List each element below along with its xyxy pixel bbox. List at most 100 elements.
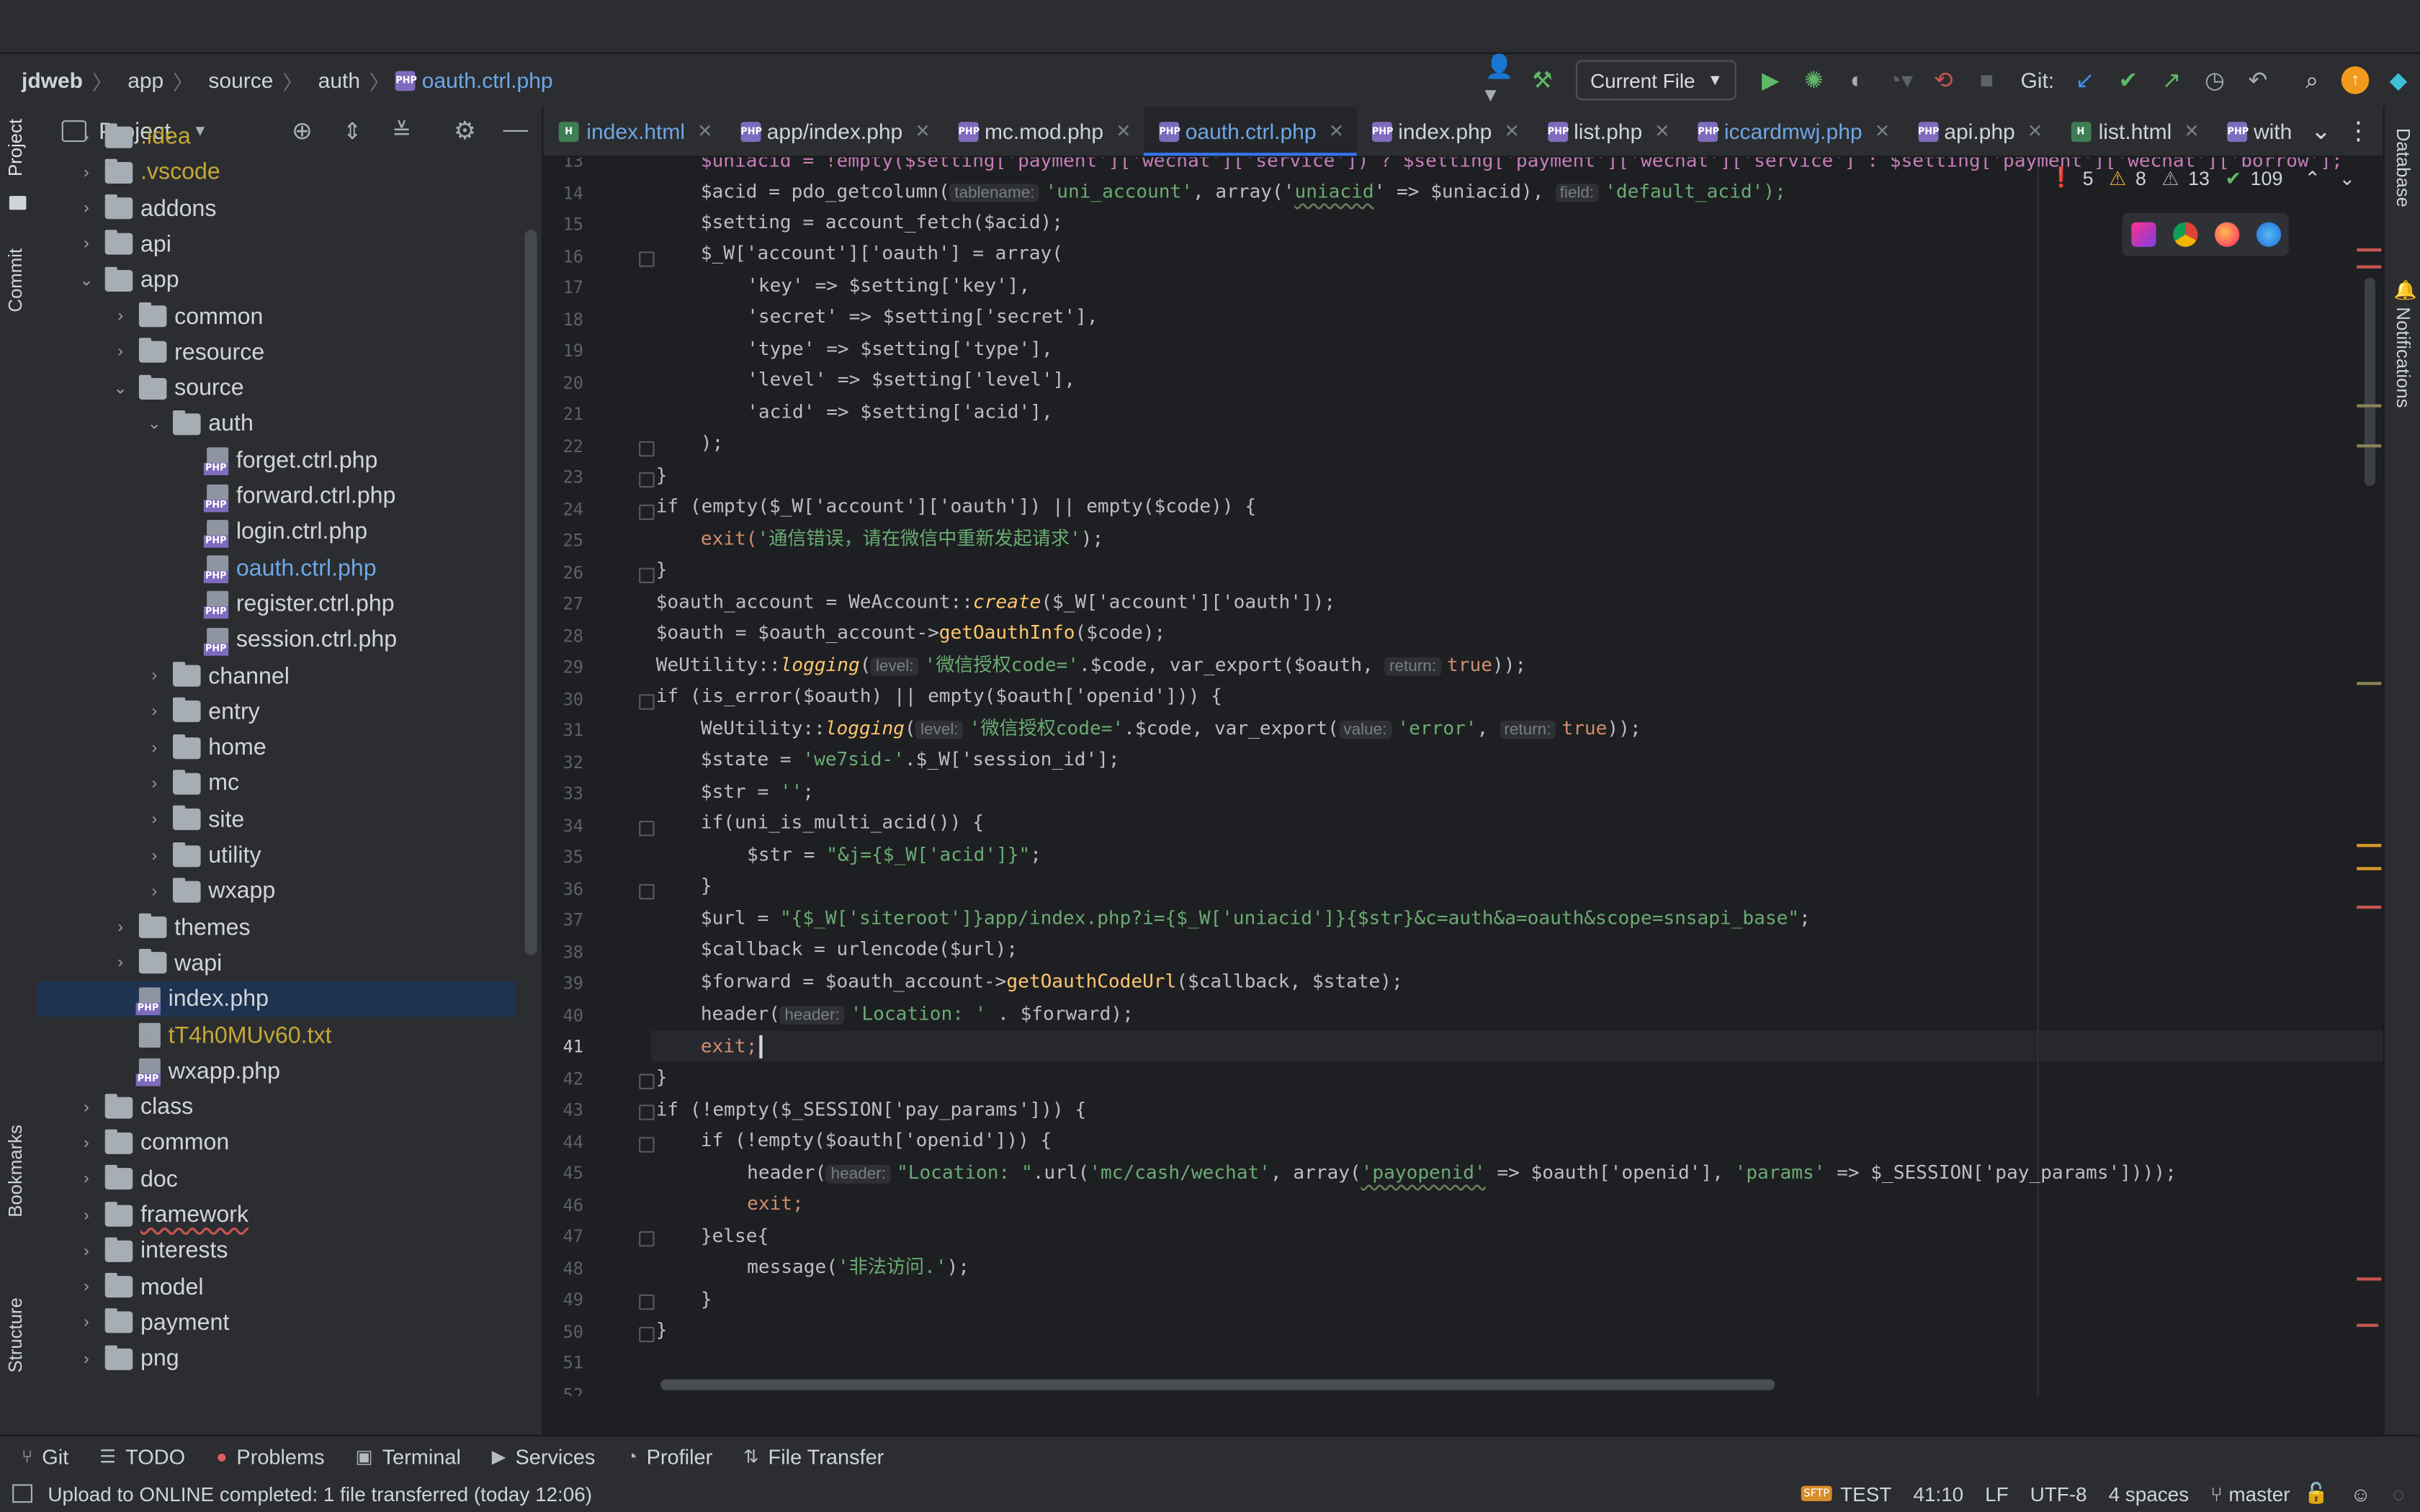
tree-item-payment[interactable]: › payment bbox=[37, 1305, 515, 1341]
fold-marker-icon[interactable] bbox=[639, 819, 655, 836]
tree-item-api[interactable]: › api bbox=[37, 227, 515, 262]
fold-marker-icon[interactable] bbox=[639, 1294, 655, 1310]
run-icon[interactable]: ▶ bbox=[1757, 66, 1785, 94]
chevron-right-icon[interactable]: › bbox=[77, 127, 96, 146]
chevron-right-icon[interactable]: › bbox=[77, 1242, 96, 1261]
terminal-tool-button[interactable]: ▣ Terminal bbox=[355, 1445, 460, 1468]
editor-scrollbar[interactable] bbox=[2364, 277, 2375, 486]
tree-item-resource[interactable]: › resource bbox=[37, 335, 515, 370]
tree-item-utility[interactable]: › utility bbox=[37, 838, 515, 873]
tab-list-php[interactable]: PHP list.php ✕ bbox=[1532, 107, 1682, 156]
notifications-tool-button[interactable]: Notifications bbox=[2392, 307, 2414, 408]
tree-item-app[interactable]: ⌄ app bbox=[37, 263, 515, 298]
toggle-tool-windows-icon[interactable] bbox=[12, 1484, 32, 1503]
fold-marker-icon[interactable] bbox=[639, 1231, 655, 1247]
fold-marker-icon[interactable] bbox=[639, 503, 655, 520]
git-branch-widget[interactable]: ⑂ master bbox=[2210, 1482, 2290, 1505]
project-scrollbar[interactable] bbox=[524, 230, 537, 955]
chevron-right-icon[interactable]: › bbox=[145, 703, 163, 721]
firefox-icon[interactable] bbox=[2213, 222, 2239, 247]
chrome-icon[interactable] bbox=[2172, 222, 2197, 247]
line-number-gutter[interactable]: 13 14 15 16 17 18 19 20 21 22 23 24 25 26 27 28 29 30 31 32… bbox=[543, 158, 655, 1396]
fold-marker-icon[interactable] bbox=[639, 1136, 655, 1152]
tree-item-entry[interactable]: › entry bbox=[37, 694, 515, 729]
bell-icon[interactable]: 🔔 bbox=[2394, 279, 2417, 301]
memory-indicator-icon[interactable]: ◌ bbox=[2393, 1482, 2405, 1505]
close-icon[interactable]: ✕ bbox=[915, 120, 931, 142]
lock-icon[interactable]: 🔓 bbox=[2304, 1481, 2329, 1506]
tab-with[interactable]: PHP with bbox=[2212, 107, 2304, 156]
close-icon[interactable]: ✕ bbox=[1116, 120, 1131, 142]
tree-item-home[interactable]: › home bbox=[37, 730, 515, 765]
profiler-tool-button[interactable]: ◔ Profiler bbox=[626, 1445, 712, 1468]
tree-item-site[interactable]: › site bbox=[37, 802, 515, 837]
tree-item-wxapp-php[interactable]: wxapp.php bbox=[37, 1053, 515, 1089]
chevron-right-icon[interactable]: › bbox=[77, 235, 96, 254]
tree-item-source[interactable]: ⌄ source bbox=[37, 370, 515, 405]
more-actions-icon[interactable]: ⋮ bbox=[2346, 116, 2370, 147]
tree-item-themes[interactable]: › themes bbox=[37, 909, 515, 945]
git-tool-button[interactable]: ⑂ Git bbox=[22, 1445, 68, 1468]
tab-oauth-ctrl-php[interactable]: PHP oauth.ctrl.php ✕ bbox=[1143, 106, 1357, 156]
commit-tool-button[interactable]: Commit bbox=[4, 248, 26, 312]
tree-item-interests[interactable]: › interests bbox=[37, 1233, 515, 1269]
tree-item-png[interactable]: › png bbox=[37, 1341, 515, 1377]
chevron-right-icon[interactable]: › bbox=[111, 307, 130, 325]
build-hammer-icon[interactable]: ⚒ bbox=[1528, 66, 1556, 94]
chevron-right-icon[interactable]: › bbox=[145, 667, 163, 685]
chevron-right-icon[interactable]: › bbox=[145, 882, 163, 901]
breadcrumb-file[interactable]: oauth.ctrl.php bbox=[422, 68, 553, 92]
tree-item-forget-ctrl-php[interactable]: forget.ctrl.php bbox=[37, 442, 515, 477]
rerun-icon[interactable]: ⟲ bbox=[1930, 66, 1958, 94]
services-tool-button[interactable]: ▶ Services bbox=[492, 1445, 596, 1468]
phpstorm-browser-icon[interactable] bbox=[2130, 222, 2156, 247]
tree-item-doc[interactable]: › doc bbox=[37, 1161, 515, 1197]
tab-list-html[interactable]: Hlist.html ✕ bbox=[2056, 107, 2213, 156]
close-icon[interactable]: ✕ bbox=[2027, 120, 2043, 142]
file-transfer-tool-button[interactable]: ⇅ File Transfer bbox=[743, 1445, 884, 1468]
tree-item-auth[interactable]: ⌄ auth bbox=[37, 406, 515, 441]
todo-tool-button[interactable]: ☰ TODO bbox=[99, 1445, 185, 1468]
tab-index-html[interactable]: Hindex.html ✕ bbox=[543, 107, 725, 156]
tree-item-idea[interactable]: › .idea bbox=[37, 119, 515, 154]
coverage-icon[interactable]: ◐ bbox=[1843, 66, 1871, 94]
tab-mc-mod-php[interactable]: PHP mc.mod.php ✕ bbox=[943, 107, 1144, 156]
stop-icon[interactable]: ■ bbox=[1973, 66, 2001, 94]
code-editor[interactable]: 13 14 15 16 17 18 19 20 21 22 23 24 25 26 27 28 29 30 31 32… bbox=[543, 157, 2383, 1397]
tree-item-register-ctrl-php[interactable]: register.ctrl.php bbox=[37, 586, 515, 621]
debug-bug-icon[interactable]: ✺ bbox=[1800, 66, 1828, 94]
chevron-right-icon[interactable]: › bbox=[145, 739, 163, 757]
inspection-profile-icon[interactable]: ☺ bbox=[2351, 1482, 2371, 1505]
inspection-widget[interactable]: ❗ 5 ⚠ 8 ⚠ 13 ✔ 109 ⌃ ⌄ bbox=[2049, 166, 2355, 189]
fold-marker-icon[interactable] bbox=[639, 883, 655, 899]
previous-highlight-icon[interactable]: ⌃ bbox=[2304, 166, 2320, 190]
tree-item-wxapp[interactable]: › wxapp bbox=[37, 873, 515, 909]
tree-item-oauth-ctrl-php[interactable]: oauth.ctrl.php bbox=[37, 550, 515, 585]
tree-item-login-ctrl-php[interactable]: login.ctrl.php bbox=[37, 514, 515, 549]
chevron-down-icon[interactable]: ⌄ bbox=[111, 378, 130, 398]
tree-item-tt4h0muv60-txt[interactable]: tT4h0MUv60.txt bbox=[37, 1017, 515, 1053]
breadcrumb-source[interactable]: source bbox=[208, 68, 273, 92]
close-icon[interactable]: ✕ bbox=[2184, 120, 2200, 142]
chevron-right-icon[interactable]: › bbox=[77, 1170, 96, 1189]
line-separator[interactable]: LF bbox=[1985, 1482, 2009, 1505]
status-message[interactable]: Upload to ONLINE completed: 1 file trans… bbox=[48, 1482, 592, 1505]
close-icon[interactable]: ✕ bbox=[697, 120, 713, 142]
fold-marker-icon[interactable] bbox=[639, 1326, 655, 1342]
tree-item-common[interactable]: › common bbox=[37, 299, 515, 334]
deployment-server[interactable]: SFTP TEST bbox=[1800, 1482, 1891, 1505]
chevron-down-icon[interactable]: ⌄ bbox=[77, 270, 96, 291]
chevron-right-icon[interactable]: › bbox=[145, 846, 163, 865]
fold-marker-icon[interactable] bbox=[639, 251, 655, 266]
fold-marker-icon[interactable] bbox=[639, 1104, 655, 1120]
tree-item-vscode[interactable]: › .vscode bbox=[37, 155, 515, 190]
breadcrumb-project[interactable]: jdweb bbox=[22, 68, 83, 92]
fold-marker-icon[interactable] bbox=[639, 567, 655, 582]
bookmarks-tool-button[interactable]: Bookmarks bbox=[4, 1125, 26, 1218]
tab-app-index-php[interactable]: PHP app/index.php ✕ bbox=[725, 107, 943, 156]
fold-marker-icon[interactable] bbox=[639, 1073, 655, 1089]
user-icon[interactable]: 👤▾ bbox=[1485, 54, 1514, 108]
fold-marker-icon[interactable] bbox=[639, 472, 655, 488]
tree-item-model[interactable]: › model bbox=[37, 1269, 515, 1305]
tab-api-php[interactable]: PHP api.php ✕ bbox=[1902, 107, 2055, 156]
